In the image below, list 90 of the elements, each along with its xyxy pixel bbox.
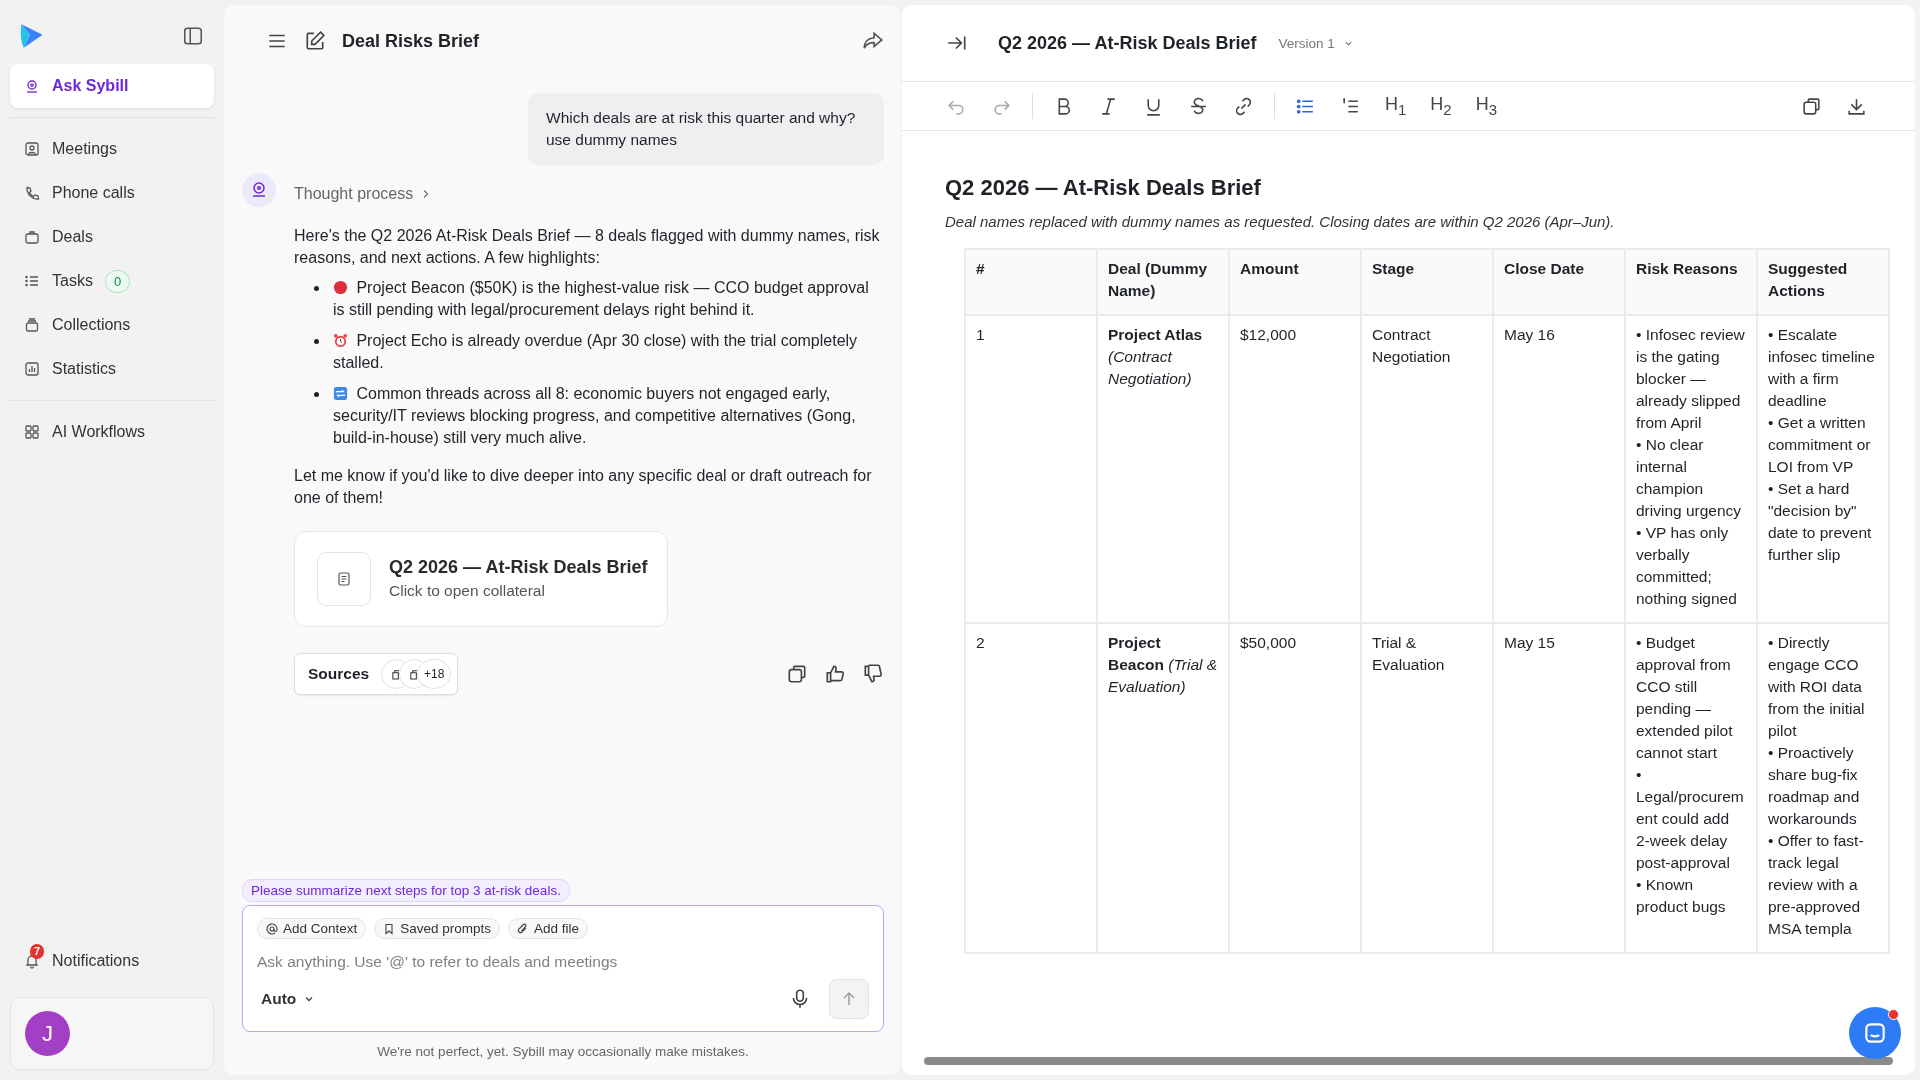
repeat-icon <box>333 386 348 401</box>
nav-item[interactable]: Phone calls <box>10 171 214 215</box>
mode-dropdown[interactable]: Auto <box>257 990 315 1008</box>
table-cell: Trial & Evaluation <box>1361 623 1493 953</box>
copy-icon[interactable] <box>1801 95 1822 117</box>
notification-badge: 7 <box>30 944 45 959</box>
briefcase-icon <box>24 229 40 245</box>
thumbs-down-icon[interactable] <box>862 663 884 685</box>
collateral-subtitle: Click to open collateral <box>389 581 546 601</box>
copy-icon[interactable] <box>786 663 808 685</box>
nav-item[interactable]: Collections <box>10 303 214 347</box>
table-cell: May 16 <box>1493 315 1625 623</box>
nav-item[interactable]: Deals <box>10 215 214 259</box>
alarm-clock-icon <box>333 333 348 348</box>
table-cell: • Budget approval from CCO still pending — extended pilot cannot start • Legal/procurement could add 2-week delay post-approval • Known product bugs <box>1625 623 1757 953</box>
table-cell: May 15 <box>1493 623 1625 953</box>
column-header: Deal (Dummy Name) <box>1097 249 1229 315</box>
heading-button[interactable]: H$_{2}$ <box>1430 94 1452 118</box>
table-cell: • Directly engage CCO with ROI data from the initial pilot • Proactively share bug-fix roadmap and workarounds • Offer to fast-track legal review with a pre-approved MSA templa <box>1757 623 1889 953</box>
table-cell: Project Beacon (Trial & Evaluation) <box>1097 623 1229 953</box>
thumbs-up-icon[interactable] <box>824 663 846 685</box>
ask-icon <box>24 78 40 94</box>
assistant-text: Here's the Q2 2026 At-Risk Deals Brief — 8 deals flagged with dummy names, risk reasons, and next actions. A few highlights: <box>294 226 881 268</box>
phone-icon <box>24 185 40 201</box>
bookmark-icon <box>383 922 396 935</box>
composer-chip[interactable]: Add Context <box>257 918 367 939</box>
document-icon <box>336 571 352 587</box>
sources-button[interactable]: Sources +18 <box>294 653 459 695</box>
column-header: Suggested Actions <box>1757 249 1889 315</box>
caret-icon <box>304 994 315 1004</box>
strike-icon[interactable] <box>1188 95 1209 117</box>
list-icon <box>24 273 40 289</box>
composer-chip[interactable]: Add file <box>508 918 589 939</box>
user-message: Which deals are at risk this quarter and why? use dummy names <box>528 93 884 165</box>
version-dropdown[interactable]: Version 1 <box>1278 35 1353 51</box>
notifications-item[interactable]: 7 Notifications <box>10 939 214 983</box>
stack-icon <box>24 317 40 333</box>
document-note: Deal names replaced with dummy names as requested. Closing dates are within Q2 2026 (Apr–Jun). <box>945 213 1616 230</box>
column-header: Amount <box>1229 249 1361 315</box>
chart-icon <box>24 361 40 377</box>
person-icon <box>24 141 40 157</box>
circle-icon <box>333 280 348 295</box>
nav-item[interactable]: Statistics <box>10 347 214 391</box>
source-icon <box>390 668 402 680</box>
document-title: Q2 2026 — At-Risk Deals Brief <box>998 32 1257 54</box>
avatar[interactable]: J <box>25 1011 70 1056</box>
collateral-title: Q2 2026 — At-Risk Deals Brief <box>389 556 648 578</box>
source-icon <box>408 668 420 680</box>
table-cell: Project Atlas (Contract Negotiation) <box>1097 315 1229 623</box>
assistant-avatar <box>242 173 276 207</box>
message-input[interactable]: Ask anything. Use '@' to refer to deals and meetings <box>257 953 869 971</box>
arrow-up-icon <box>841 991 857 1007</box>
document-heading: Q2 2026 — At-Risk Deals Brief <box>945 175 1262 201</box>
suggestion-chip[interactable]: Please summarize next steps for top 3 at-risk deals. <box>242 879 570 902</box>
sidebar-toggle-icon[interactable] <box>182 25 204 47</box>
column-header: # <box>965 249 1097 315</box>
assistant-text: Let me know if you'd like to dive deeper into any specific deal or draft outreach for one of them! <box>294 466 873 508</box>
table-cell: • Escalate infosec timeline with a firm deadline • Get a written commitment or LOI from VP • Set a hard "decision by" date to prevent further slip <box>1757 315 1889 623</box>
heading-button[interactable]: H$_{3}$ <box>1475 94 1498 118</box>
thought-process-toggle[interactable]: Thought process <box>294 183 432 205</box>
table-cell: $50,000 <box>1229 623 1361 953</box>
nav-item[interactable]: Meetings <box>10 127 214 171</box>
grid-icon <box>24 424 40 440</box>
column-header: Risk Reasons <box>1625 249 1757 315</box>
table-cell: Contract Negotiation <box>1361 315 1493 623</box>
bell-icon <box>24 953 40 969</box>
table-cell: • Infosec review is the gating blocker — already slipped from April • No clear internal champion driving urgency • VP has only verbally committed; nothing signed <box>1625 315 1757 623</box>
table-cell: 1 <box>965 315 1097 623</box>
heading-button[interactable]: H$_{1}$ <box>1385 94 1407 118</box>
composer-chip[interactable]: Saved prompts <box>374 918 501 939</box>
nav-item[interactable]: AI Workflows <box>10 410 214 454</box>
chat-title: Deal Risks Brief <box>342 30 480 52</box>
nav-item[interactable]: Ask Sybill <box>10 64 214 108</box>
chat-icon <box>1862 1020 1888 1046</box>
count-badge: 0 <box>104 269 131 293</box>
edit-icon[interactable] <box>304 30 326 52</box>
column-header: Close Date <box>1493 249 1625 315</box>
highlight-text: Common threads across all 8: economic buyers not engaged early, security/IT reviews blocking progress, and competitive alternatives (Gong, build-in-house) still very much alive. <box>333 384 857 448</box>
highlight-text: Project Echo is already overdue (Apr 30 close) with the trial completely stalled. <box>333 331 859 373</box>
highlight-text: Project Beacon ($50K) is the highest-value risk — CCO budget approval is still pending with legal/procurement delays right behind it. <box>333 278 870 320</box>
collateral-card[interactable]: Q2 2026 — At-Risk Deals Brief Click to open collateral <box>294 531 669 627</box>
table-cell: 2 <box>965 623 1097 953</box>
paperclip-icon <box>517 922 530 935</box>
table-cell: $12,000 <box>1229 315 1361 623</box>
nav-item[interactable]: Tasks 0 <box>10 259 214 303</box>
at-sign-icon <box>266 922 278 935</box>
column-header: Stage <box>1361 249 1493 315</box>
link-icon[interactable] <box>1233 95 1254 117</box>
chat-support-button[interactable] <box>1849 1007 1901 1059</box>
disclaimer-text: We're not perfect, yet. Sybill may occasionally make mistakes. <box>376 1044 750 1059</box>
